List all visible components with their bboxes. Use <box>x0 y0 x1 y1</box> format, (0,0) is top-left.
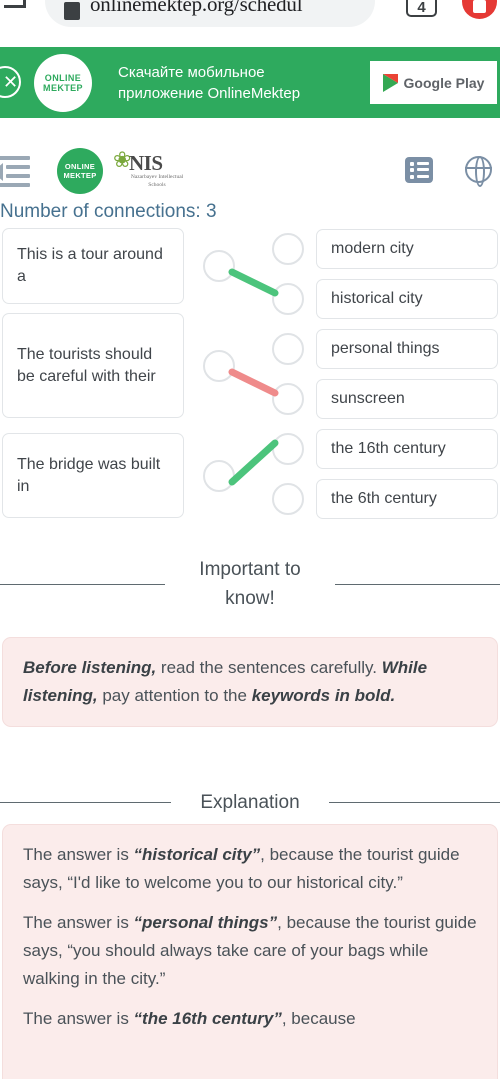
explanation-paragraph: The answer is “the 16th century”, becaus… <box>23 1005 477 1033</box>
promo-text: Скачайте мобильное приложение OnlineMekt… <box>118 62 300 104</box>
om-logo-line2: MEKTEP <box>63 171 97 180</box>
explanation-lead: The answer is <box>23 1009 134 1028</box>
option-card[interactable]: modern city <box>316 229 498 269</box>
site-header: ONLINE MEKTEP ❀ NIS Nazarbayev Intellect… <box>0 140 500 202</box>
important-divider: Important to know! <box>0 555 500 613</box>
prompt-connector-node[interactable] <box>203 460 235 492</box>
address-bar[interactable]: onlinemektep.org/schedul <box>45 0 375 27</box>
promo-logo-line1: ONLINE <box>44 73 82 83</box>
onlinemektep-logo: ONLINE MEKTEP <box>34 54 92 112</box>
google-play-icon <box>382 73 398 92</box>
close-icon[interactable]: ✕ <box>0 66 21 98</box>
record-upload-icon[interactable] <box>462 0 497 19</box>
important-heading-line2: know! <box>225 588 275 609</box>
explanation-paragraph: The answer is “personal things”, because… <box>23 909 477 993</box>
important-text-1: read the sentences carefully. <box>156 658 382 677</box>
onlinemektep-header-logo[interactable]: ONLINE MEKTEP <box>57 148 103 194</box>
divider-rule-left <box>0 583 165 585</box>
divider-rule-left <box>0 802 171 803</box>
app-promo-banner: ✕ ONLINE MEKTEP Скачайте мобильное прило… <box>0 47 500 118</box>
language-globe-icon[interactable] <box>464 155 492 187</box>
prompt-card[interactable]: The tourists should be careful with thei… <box>2 313 184 418</box>
option-card[interactable]: the 6th century <box>316 479 498 519</box>
prompt-connector-node[interactable] <box>203 350 235 382</box>
option-connector-node[interactable] <box>272 283 304 315</box>
google-play-label: Google Play <box>403 74 485 91</box>
explanation-answer: “historical city” <box>133 845 261 864</box>
google-play-button[interactable]: Google Play <box>370 61 497 104</box>
nis-subtitle: Nazarbayev Intellectual Schools <box>130 174 184 188</box>
explanation-heading: Explanation <box>200 792 300 813</box>
promo-logo-line2: MEKTEP <box>43 83 83 93</box>
page-title: Number of connections: 3 <box>0 201 217 217</box>
connection-line <box>228 439 279 486</box>
page-icon <box>64 2 80 20</box>
explanation-answer: “the 16th century” <box>133 1009 282 1028</box>
browser-toolbar: onlinemektep.org/schedul 4 <box>0 0 500 45</box>
explanation-lead: The answer is <box>23 913 134 932</box>
nis-logo[interactable]: ❀ NIS Nazarbayev Intellectual Schools <box>107 143 187 201</box>
address-bar-url: onlinemektep.org/schedul <box>90 0 303 16</box>
promo-text-line1: Скачайте мобильное <box>118 64 265 81</box>
prompt-connector-node[interactable] <box>203 250 235 282</box>
important-heading-line1: Important to <box>199 559 301 580</box>
option-connector-node[interactable] <box>272 333 304 365</box>
explanation-rest: , because <box>281 1009 356 1028</box>
important-text-2: pay attention to the <box>97 686 252 705</box>
option-card[interactable]: historical city <box>316 279 498 319</box>
important-note-box: Before listening, read the sentences car… <box>2 637 498 727</box>
tab-count-button[interactable]: 4 <box>406 0 437 17</box>
explanation-answer: “personal things” <box>133 913 278 932</box>
option-connector-node[interactable] <box>272 383 304 415</box>
divider-rule-right <box>329 802 500 803</box>
option-card[interactable]: sunscreen <box>316 379 498 419</box>
collapse-menu-icon[interactable] <box>0 154 32 188</box>
matching-exercise: This is a tour around a The tourists sho… <box>0 220 500 525</box>
nis-name: NIS <box>129 151 163 175</box>
promo-text-line2: приложение OnlineMektep <box>118 85 301 102</box>
om-logo-line1: ONLINE <box>64 162 96 171</box>
explanation-lead: The answer is <box>23 845 134 864</box>
important-bold-3: keywords in bold. <box>251 686 396 705</box>
connection-line <box>228 268 279 297</box>
back-arrow-icon[interactable] <box>4 0 26 8</box>
prompt-card[interactable]: This is a tour around a <box>2 228 184 304</box>
prompt-card[interactable]: The bridge was built in <box>2 433 184 518</box>
explanation-box: The answer is “historical city” , because… <box>2 824 498 1079</box>
connection-line <box>228 368 279 397</box>
explanation-divider: Explanation <box>0 788 500 817</box>
divider-rule-right <box>335 583 500 585</box>
option-connector-node[interactable] <box>272 433 304 465</box>
important-bold-1: Before listening, <box>23 658 157 677</box>
option-card[interactable]: the 16th century <box>316 429 498 469</box>
important-heading: Important to know! <box>179 555 321 613</box>
option-connector-node[interactable] <box>272 233 304 265</box>
list-view-icon[interactable] <box>405 156 433 183</box>
explanation-paragraph: The answer is “historical city”, because… <box>23 841 477 897</box>
header-actions <box>405 155 492 187</box>
option-connector-node[interactable] <box>272 483 304 515</box>
option-card[interactable]: personal things <box>316 329 498 369</box>
